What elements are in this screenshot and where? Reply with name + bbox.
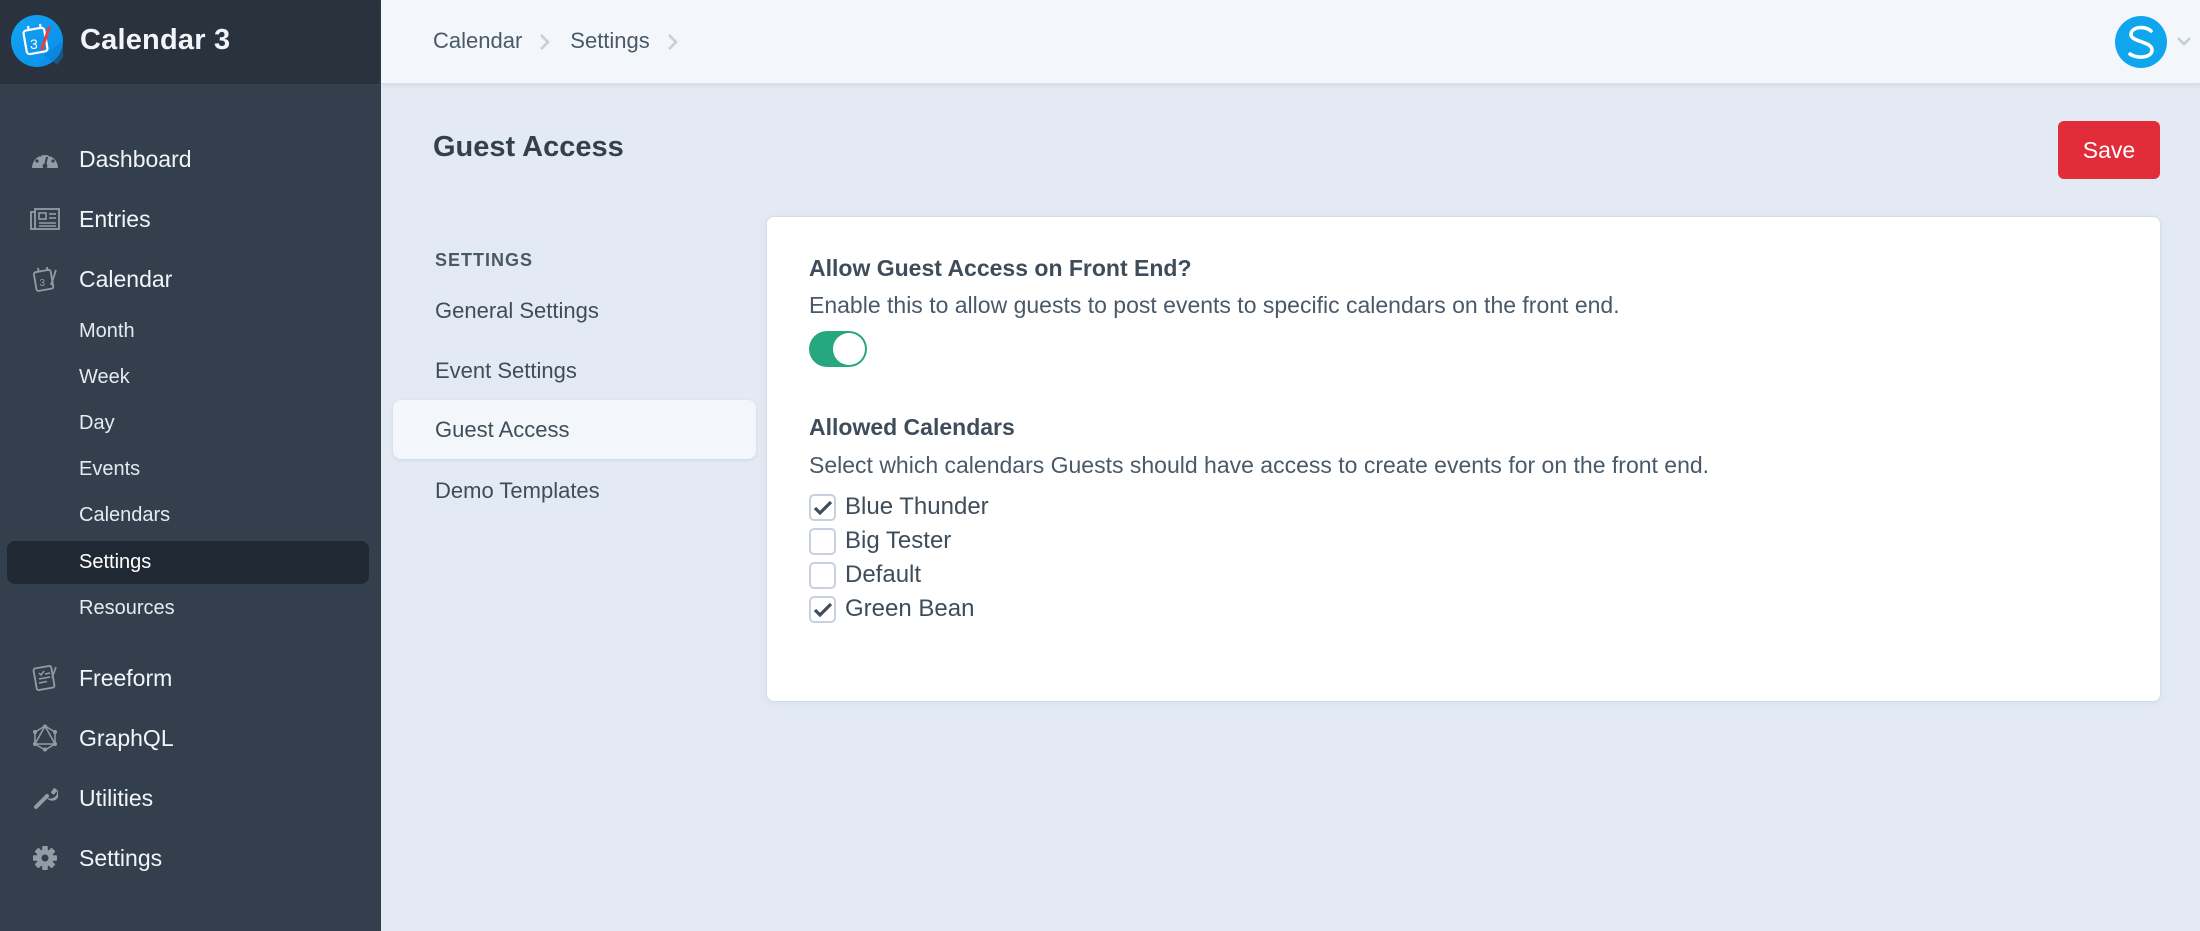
sidebar-subitem-label: Calendars: [79, 504, 171, 526]
app-title: Calendar 3: [80, 24, 231, 56]
sidebar-item-label: Dashboard: [79, 145, 192, 172]
sidebar-item-entries[interactable]: Entries: [0, 197, 381, 241]
svg-text:3: 3: [40, 278, 46, 289]
gear-icon: [30, 845, 60, 871]
calendar-checkbox-big-tester[interactable]: Big Tester: [809, 526, 951, 556]
sidebar-item-calendar[interactable]: 3 Calendar: [0, 257, 381, 301]
sidebar-item-freeform[interactable]: Freeform: [0, 656, 381, 700]
checkbox[interactable]: [809, 527, 836, 555]
calendar-checkbox-default[interactable]: Default: [809, 560, 921, 590]
chevron-right-icon: [539, 31, 553, 51]
page-title: Guest Access: [433, 131, 624, 163]
save-button[interactable]: Save: [2058, 121, 2160, 179]
breadcrumb: Calendar Settings: [433, 28, 698, 54]
toggle-knob: [833, 333, 865, 365]
settings-card: Allow Guest Access on Front End? Enable …: [767, 217, 2160, 701]
subnav-item-demo-templates[interactable]: Demo Templates: [393, 461, 756, 520]
subnav-item-guest-access[interactable]: Guest Access: [393, 400, 756, 459]
breadcrumb-calendar[interactable]: Calendar: [433, 28, 522, 54]
checkbox-label: Big Tester: [845, 527, 952, 554]
subnav-item-event-settings[interactable]: Event Settings: [393, 341, 756, 400]
sidebar-item-label: Calendar: [79, 265, 173, 292]
allowed-calendars-description: Select which calendars Guests should hav…: [809, 452, 1710, 478]
sidebar-subitem-label: Settings: [79, 551, 152, 573]
sidebar-item-utilities[interactable]: Utilities: [0, 776, 381, 820]
checkbox[interactable]: [809, 493, 836, 521]
sidebar-subitem-label: Week: [79, 366, 130, 388]
sidebar-subitem-day[interactable]: Day: [7, 402, 369, 445]
sidebar-item-label: Freeform: [79, 664, 173, 691]
calendar-checkbox-blue-thunder[interactable]: Blue Thunder: [809, 492, 989, 522]
sidebar-subitem-label: Resources: [79, 597, 175, 619]
subnav-item-label: Event Settings: [435, 358, 577, 383]
sidebar-subitem-settings[interactable]: Settings: [7, 541, 369, 584]
sidebar-subitem-label: Day: [79, 412, 115, 434]
subnav-item-label: General Settings: [435, 298, 599, 323]
graphql-icon: [30, 724, 60, 752]
svg-text:3: 3: [30, 36, 38, 52]
guest-access-toggle[interactable]: [809, 331, 867, 367]
subnav-heading: SETTINGS: [435, 250, 534, 270]
sidebar-item-label: Settings: [79, 844, 163, 871]
newspaper-icon: [30, 206, 60, 232]
sidebar-subitem-resources[interactable]: Resources: [7, 587, 369, 630]
subnav-item-label: Guest Access: [435, 417, 570, 442]
sidebar-item-label: GraphQL: [79, 724, 174, 751]
guest-access-heading: Allow Guest Access on Front End?: [809, 255, 1192, 281]
subnav-item-label: Demo Templates: [435, 478, 600, 503]
chevron-right-icon: [667, 31, 681, 51]
top-bar: Calendar Settings: [381, 0, 2200, 84]
wrench-icon: [30, 785, 60, 811]
subnav-item-general-settings[interactable]: General Settings: [393, 281, 756, 340]
sidebar-item-dashboard[interactable]: Dashboard: [0, 137, 381, 181]
guest-access-description: Enable this to allow guests to post even…: [809, 292, 1620, 318]
sidebar-subitem-calendars[interactable]: Calendars: [7, 494, 369, 537]
sidebar-item-graphql[interactable]: GraphQL: [0, 716, 381, 760]
chevron-down-icon[interactable]: [2176, 34, 2192, 52]
sidebar-subitem-month[interactable]: Month: [7, 310, 369, 353]
checkbox-label: Green Bean: [845, 595, 975, 622]
sidebar: 3 Calendar 3 Dashboard Entries 3 Calenda…: [0, 0, 381, 931]
calendar-3-logo-icon[interactable]: 3: [11, 15, 63, 67]
checkbox[interactable]: [809, 561, 836, 589]
calendar-checkbox-green-bean[interactable]: Green Bean: [809, 594, 974, 624]
sidebar-item-settings[interactable]: Settings: [0, 836, 381, 880]
checkbox-label: Blue Thunder: [845, 493, 989, 520]
user-menu[interactable]: [2110, 14, 2200, 70]
sidebar-item-label: Entries: [79, 205, 151, 232]
sidebar-subitem-week[interactable]: Week: [7, 356, 369, 399]
sidebar-item-label: Utilities: [79, 784, 154, 811]
sidebar-subitem-events[interactable]: Events: [7, 448, 369, 491]
dashboard-gauge-icon: [30, 146, 60, 172]
sidebar-subitem-label: Month: [79, 320, 135, 342]
freeform-form-icon: [30, 665, 60, 691]
sidebar-header: 3 Calendar 3: [0, 0, 381, 84]
avatar[interactable]: [2115, 16, 2167, 68]
checkbox-label: Default: [845, 561, 922, 588]
checkbox[interactable]: [809, 595, 836, 623]
sidebar-subitem-label: Events: [79, 458, 141, 480]
allowed-calendars-heading: Allowed Calendars: [809, 414, 1015, 440]
calendar-icon: 3: [30, 266, 60, 292]
breadcrumb-settings[interactable]: Settings: [570, 28, 650, 54]
